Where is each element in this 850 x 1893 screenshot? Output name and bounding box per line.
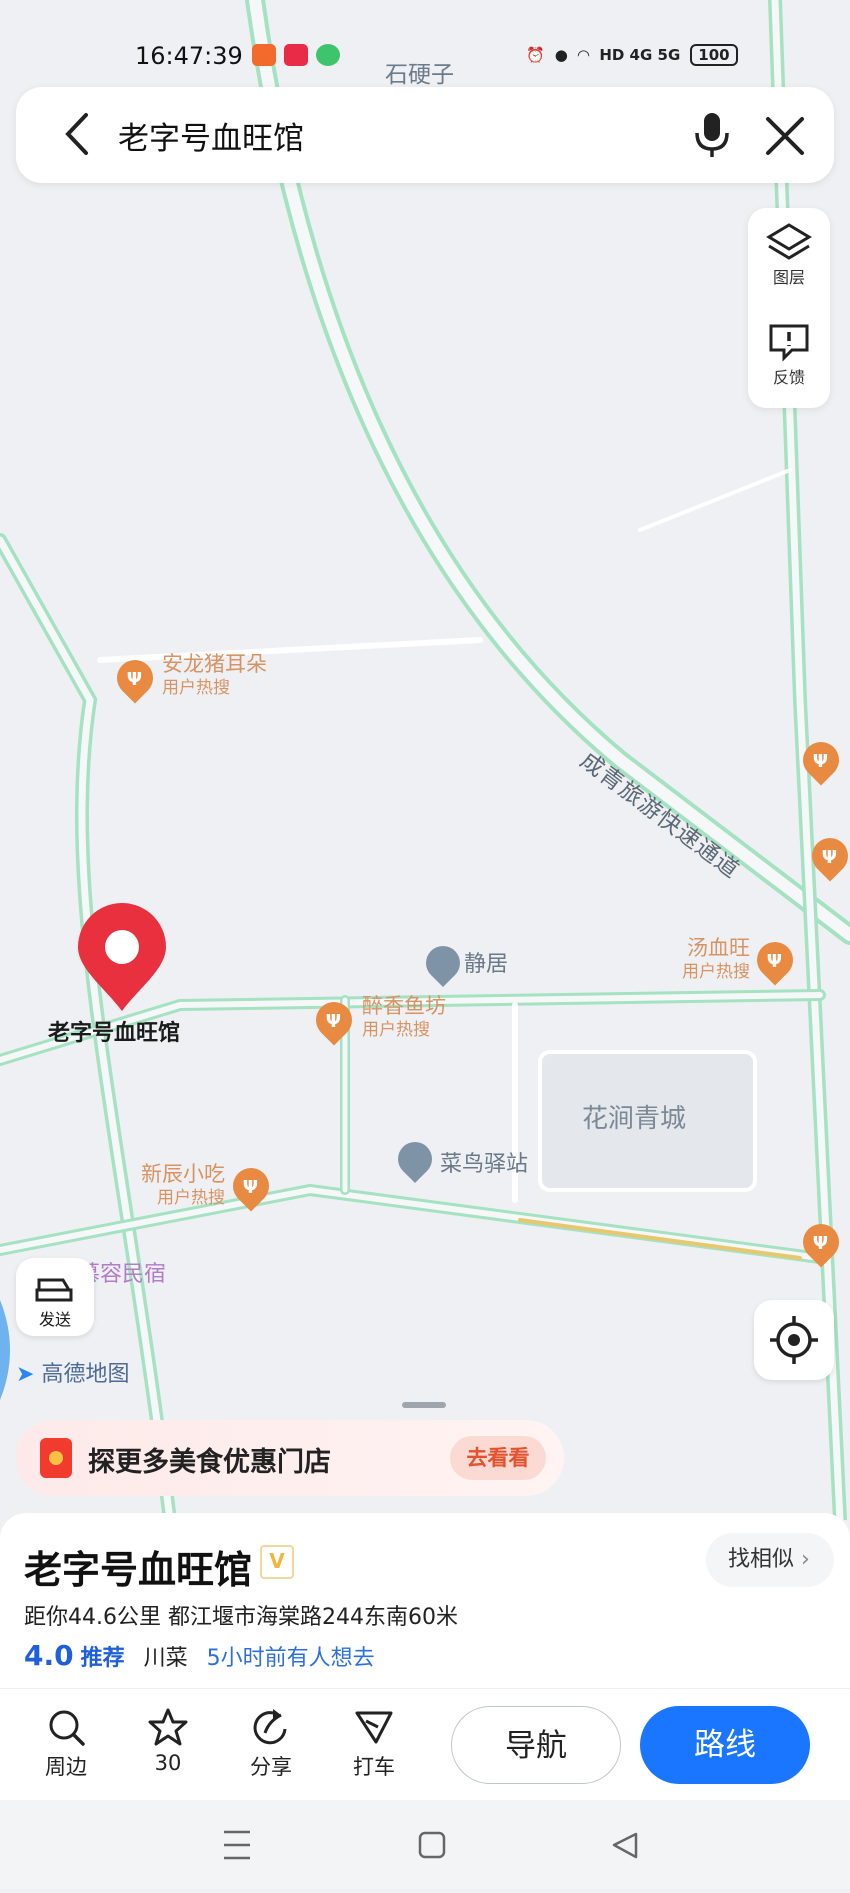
poi-tag: 用户热搜 bbox=[362, 1020, 430, 1040]
poi-tag: 用户热搜 bbox=[162, 678, 230, 698]
place-name: 老字号血旺馆 bbox=[24, 1548, 253, 1592]
favorite-button[interactable]: 30 bbox=[128, 1707, 208, 1775]
amap-logo-icon: ➤ bbox=[16, 1362, 35, 1387]
search-query[interactable]: 老字号血旺馆 bbox=[118, 113, 304, 158]
navigate-button[interactable]: 导航 bbox=[451, 1706, 621, 1784]
amap-logo: ➤ 高德地图 bbox=[16, 1356, 129, 1388]
poi-tag: 用户热搜 bbox=[157, 1188, 225, 1208]
poi-name: 汤血旺 bbox=[687, 936, 750, 960]
poi-name: 安龙猪耳朵 bbox=[162, 652, 267, 676]
layers-button[interactable]: 图层 bbox=[748, 208, 830, 304]
rating-label: 推荐 bbox=[80, 1646, 125, 1671]
search-bar[interactable]: 老字号血旺馆 bbox=[16, 87, 834, 183]
share-label: 分享 bbox=[250, 1755, 292, 1779]
district-label: 花涧青城 bbox=[582, 1104, 687, 1134]
place-meta: 4.0 推荐 川菜 5小时前有人想去 bbox=[24, 1639, 375, 1672]
map-side-buttons: 图层 反馈 bbox=[748, 208, 830, 408]
send-label: 发送 bbox=[38, 1310, 71, 1329]
poi-label[interactable]: 醉香鱼坊 用户热搜 bbox=[362, 994, 446, 1042]
route-button[interactable]: 路线 bbox=[640, 1706, 810, 1784]
wifi-icon: ◠ bbox=[577, 46, 590, 64]
map-view[interactable]: 16:47:39 ⏰ ● ◠ HD 4G 5G 100 石硬子 老字号血旺馆 图… bbox=[0, 0, 850, 1520]
share-button[interactable]: 分享 bbox=[231, 1707, 311, 1781]
notification-icons bbox=[252, 44, 340, 66]
close-icon[interactable] bbox=[764, 115, 806, 157]
rating-value: 4.0 bbox=[24, 1639, 74, 1672]
system-navigation-bar bbox=[0, 1800, 850, 1889]
poi-tag: 用户热搜 bbox=[682, 962, 750, 982]
chevron-right-icon: › bbox=[801, 1547, 810, 1572]
poi-name: 新辰小吃 bbox=[141, 1162, 225, 1186]
find-similar-label: 找相似 bbox=[728, 1547, 795, 1572]
bottom-action-bar: 周边 30 分享 打车 导航 路线 bbox=[0, 1688, 850, 1801]
category-label: 川菜 bbox=[143, 1646, 188, 1671]
map-label-top: 石硬子 bbox=[385, 62, 454, 88]
place-label[interactable]: 菜鸟驿站 bbox=[440, 1146, 528, 1178]
activity-label: 5小时前有人想去 bbox=[206, 1646, 375, 1671]
poi-name: 醉香鱼坊 bbox=[362, 994, 446, 1018]
taxi-icon bbox=[355, 1711, 393, 1744]
car-send-icon bbox=[35, 1278, 73, 1302]
back-icon[interactable] bbox=[58, 109, 98, 159]
red-envelope-icon bbox=[40, 1438, 72, 1478]
system-nav-icons bbox=[224, 1830, 638, 1860]
amap-logo-text: 高德地图 bbox=[41, 1362, 130, 1387]
back-nav-icon[interactable] bbox=[612, 1832, 638, 1859]
poi-label[interactable]: 汤血旺 用户热搜 bbox=[668, 936, 750, 984]
poi-label[interactable]: 安龙猪耳朵 用户热搜 bbox=[162, 652, 267, 700]
star-icon bbox=[148, 1708, 188, 1746]
verified-badge: V bbox=[260, 1545, 294, 1579]
crosshair-icon bbox=[770, 1316, 818, 1364]
search-icon bbox=[49, 1710, 85, 1746]
feedback-icon bbox=[769, 324, 809, 362]
send-button[interactable]: 发送 bbox=[16, 1258, 94, 1336]
battery-icon: 100 bbox=[690, 44, 738, 66]
nearby-button[interactable]: 周边 bbox=[26, 1707, 106, 1781]
xiaohongshu-icon bbox=[284, 44, 308, 66]
my-location-button[interactable] bbox=[754, 1300, 834, 1380]
favorite-count: 30 bbox=[154, 1751, 182, 1775]
taxi-button[interactable]: 打车 bbox=[334, 1707, 414, 1781]
network-label: HD 4G 5G bbox=[599, 46, 681, 64]
drag-handle[interactable] bbox=[402, 1402, 446, 1408]
location-icon: ● bbox=[554, 46, 568, 64]
selected-location-pin-icon[interactable] bbox=[76, 903, 168, 1015]
home-icon[interactable] bbox=[418, 1831, 446, 1859]
promo-button[interactable]: 去看看 bbox=[450, 1436, 546, 1480]
place-label[interactable]: 静居 bbox=[464, 946, 508, 978]
layers-label: 图层 bbox=[772, 268, 805, 287]
nearby-label: 周边 bbox=[45, 1755, 87, 1779]
road-network bbox=[0, 0, 850, 1520]
share-icon bbox=[253, 1709, 287, 1745]
taxi-label: 打车 bbox=[353, 1755, 395, 1779]
status-time: 16:47:39 bbox=[135, 42, 243, 70]
alarm-icon: ⏰ bbox=[526, 46, 545, 64]
chat-icon bbox=[316, 44, 340, 66]
taobao-icon bbox=[252, 44, 276, 66]
promo-text: 探更多美食优惠门店 bbox=[88, 1447, 331, 1478]
microphone-icon[interactable] bbox=[690, 109, 734, 161]
feedback-button[interactable]: 反馈 bbox=[748, 308, 830, 404]
feedback-label: 反馈 bbox=[772, 368, 805, 387]
status-right: ⏰ ● ◠ HD 4G 5G 100 bbox=[526, 44, 738, 66]
place-detail-panel[interactable]: 老字号血旺馆 V 找相似 › 距你44.6公里 都江堰市海棠路244东南60米 … bbox=[0, 1513, 850, 1688]
poi-label[interactable]: 新辰小吃 用户热搜 bbox=[123, 1162, 225, 1210]
layers-icon bbox=[766, 223, 812, 260]
menu-icon[interactable] bbox=[224, 1830, 250, 1860]
selected-location-label: 老字号血旺馆 bbox=[48, 1021, 181, 1046]
promo-banner[interactable]: 探更多美食优惠门店 去看看 bbox=[16, 1420, 564, 1496]
place-address: 距你44.6公里 都江堰市海棠路244东南60米 bbox=[24, 1605, 458, 1630]
find-similar-button[interactable]: 找相似 › bbox=[706, 1533, 834, 1587]
